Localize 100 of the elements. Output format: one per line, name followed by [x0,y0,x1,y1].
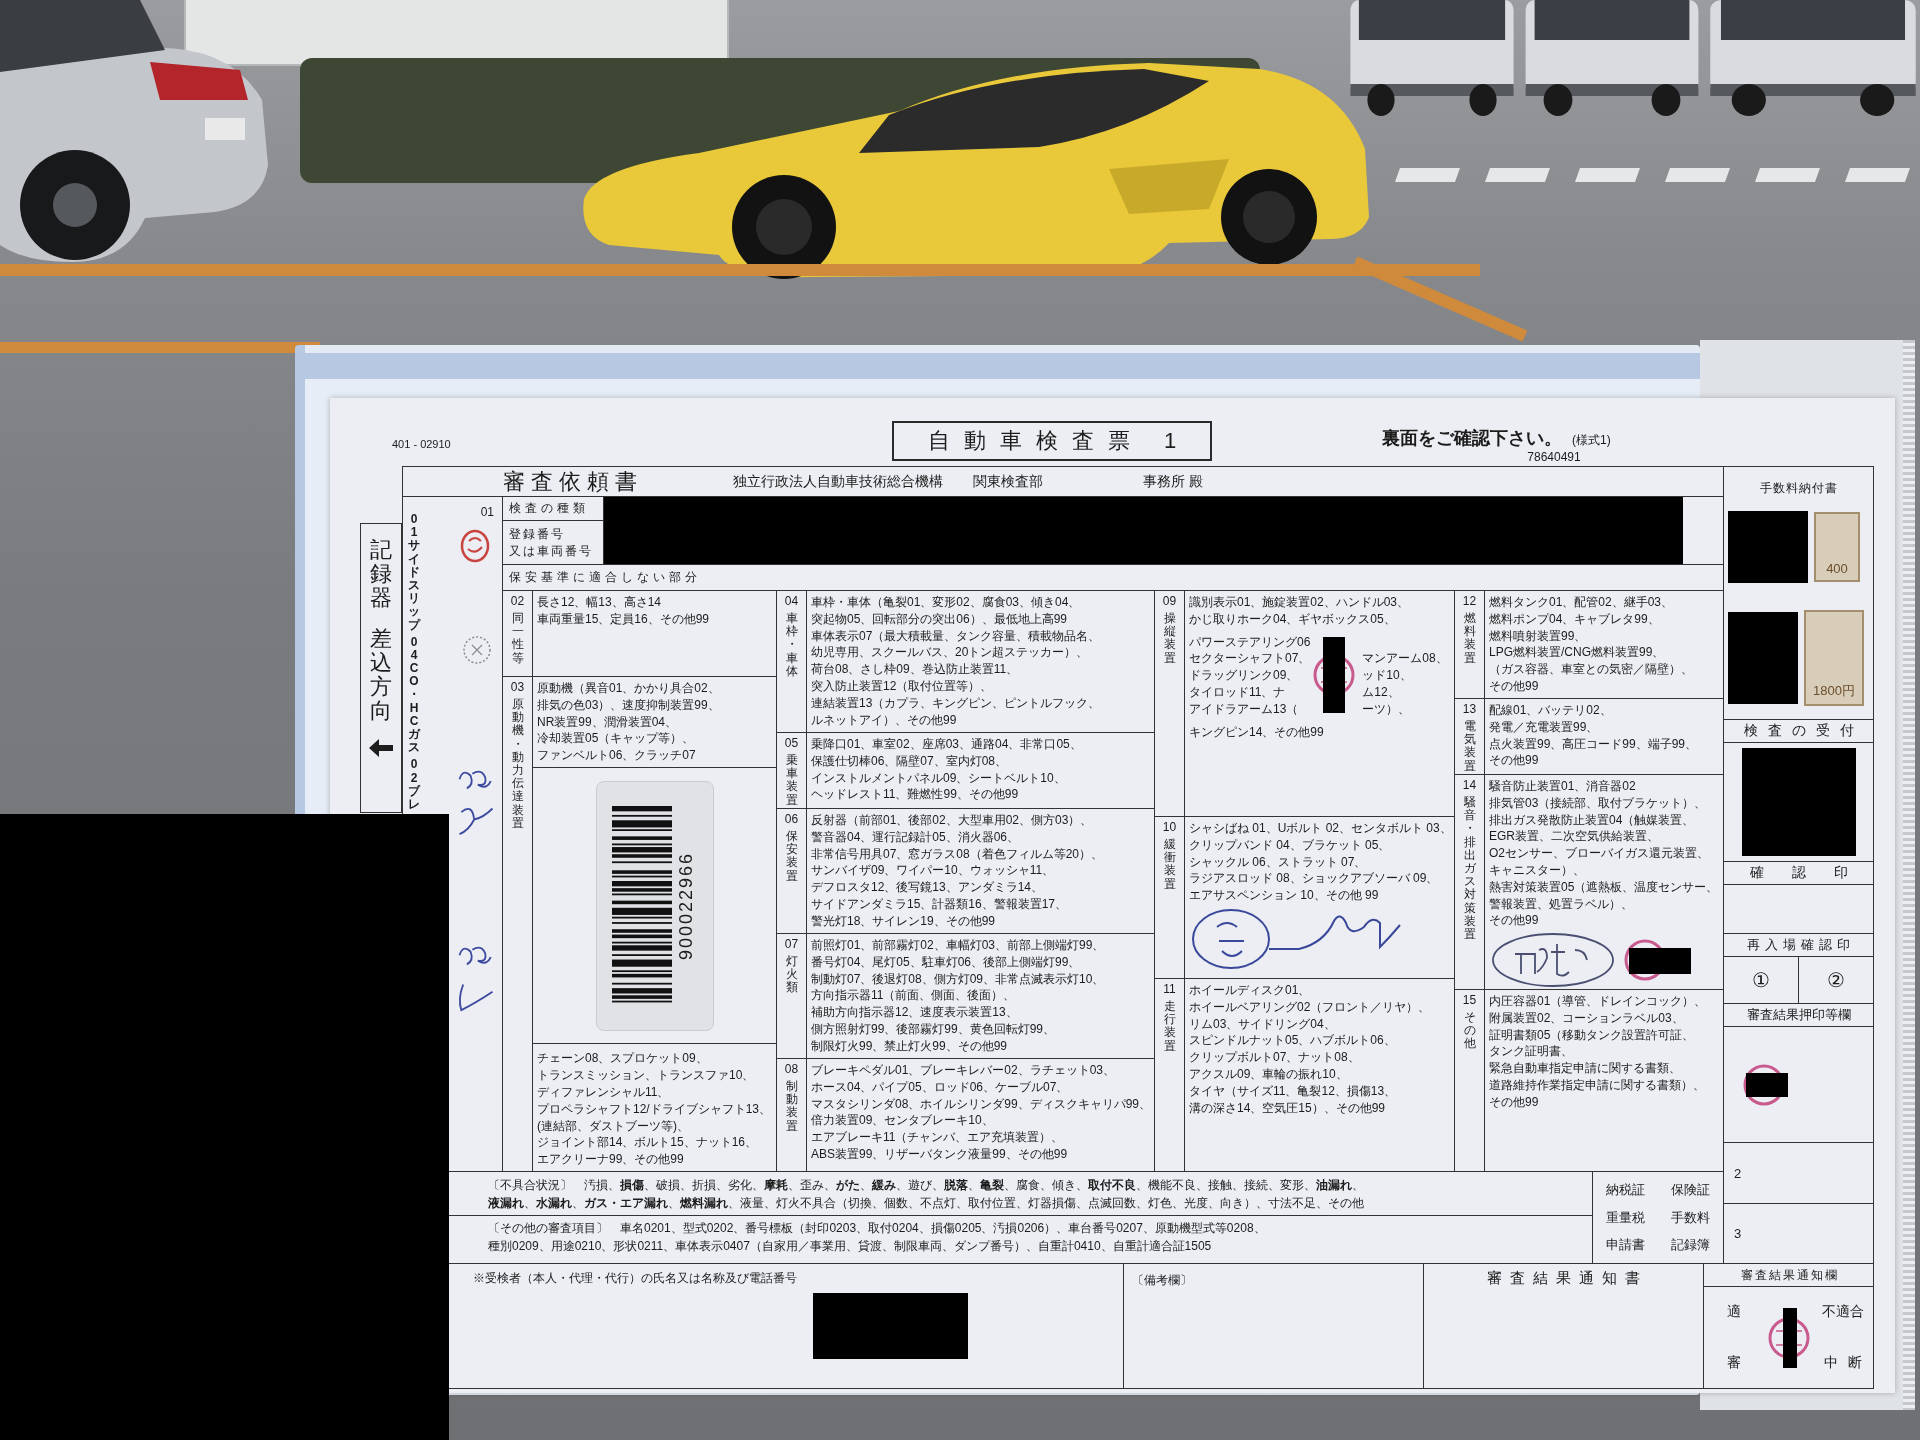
result-box-heading: 審査結果通知欄 [1740,1266,1839,1284]
items-line: 警報装置、処置ラベル）、 [1489,895,1633,913]
items-line: エアクリーナ99、その他99 [537,1151,684,1168]
items-line: EGR装置、二次空気供給装置、 [1489,828,1659,846]
items-line: ヘッドレスト11、難燃性99、その他99 [811,786,1019,804]
form-number: 401 - 02910 [392,438,451,450]
left-arrow-icon [369,739,393,758]
agency-name: 独立行政法人自動車技術総合機構 [733,472,943,491]
items-line: ーツ）、 [1362,700,1411,718]
request-heading: 審査依頼書 [503,467,643,496]
reentry-label: 再入場確認印 [1747,936,1855,954]
section-name: 同一性等 [511,612,524,665]
dotted-stamp-icon [462,635,492,665]
items-line: 保護仕切棒06、隔壁07、室内灯08、 [811,752,1008,770]
items-line: 騒音防止装置01、消音器02 [1489,778,1636,795]
slot-number: ② [1827,968,1845,992]
items-line: 熱害対策装置05（遮熱板、温度センサー、 [1489,878,1719,896]
items-line: 乗降口01、車室02、座席03、通路04、非常口05、 [811,736,1082,753]
section-number: 10 [1162,820,1177,834]
review-items-line: 〔その他の審査項目〕 車名0201、型式0202、番号標板（封印0203、取付0204、損傷0205、汚損0206）、車台番号0207、原動機型式等0208、 [488,1220,1266,1237]
result-stamp-label: 審査結果押印等欄 [1746,1006,1851,1024]
section-name: 操縦装置 [1163,612,1176,665]
items-line: NR装置99、潤滑装置04、 [537,713,678,731]
items-line: 排出ガス発散防止装置04（触媒装置、 [1489,811,1695,829]
section-number: 15 [1462,993,1477,1007]
document-label: 保険証 [1671,1181,1710,1200]
section-number: 07 [784,937,799,951]
items-line: その他99 [1489,752,1539,770]
form-style-label: (様式1) [1572,432,1611,449]
test-lane-item: 02ブレ [408,758,420,812]
items-line: ファンベルト06、クラッチ07 [537,747,696,764]
items-line: 制限灯火99、禁止灯火99、その他99 [811,1037,1008,1055]
redaction-block [1746,1072,1788,1097]
items-line: ルネットアイ）、その他99 [811,711,957,729]
suspend-label: 審 [1726,1353,1741,1372]
seal-stamp-icon [460,529,490,563]
reception-label: 検査の受付 [1743,722,1864,740]
items-line: ドラッグリンク09、 [1189,667,1299,684]
items-line: 燃料ポンプ04、キャブレタ99、 [1489,610,1660,628]
row-number: 2 [1734,1165,1742,1181]
items-line: ブレーキペダル01、ブレーキレバー02、ラチェット03、 [811,1062,1116,1079]
result-notice-heading: 審査結果通知書 [1487,1269,1648,1288]
document-label: 手数料 [1671,1208,1710,1227]
defect-types-line: 液漏れ、水漏れ、ガス・エア漏れ、燃料漏れ、液量、灯火不具合（切換、個数、不点灯、取付位置、灯器損傷、点滅回数、灯色、光度、向き）、寸法不足、その他 [488,1195,1364,1212]
barcode-number: 900022966 [676,851,697,960]
items-line: 発電／充電装置99、 [1489,718,1599,736]
items-line: その他99 [1489,1093,1539,1111]
items-line: インストルメントパネル09、シートベルト10、 [811,769,1066,787]
redaction-block [1629,948,1691,975]
suspend-label: 中断 [1824,1353,1873,1372]
items-line: タイロッド11、ナ [1189,684,1286,701]
items-line: タンク証明書、 [1489,1043,1573,1061]
form-title: 自動車検査票 1 [892,421,1212,461]
items-line: トランスミッション、トランスファ10、 [537,1067,755,1084]
strip-label: 記録器 [370,538,392,611]
fee-heading: 手数料納付書 [1759,480,1838,497]
items-line: スピンドルナット05、ハブボルト06、 [1189,1032,1396,1050]
pass-label: 適 [1726,1303,1741,1322]
items-line: ジョイント部14、ボルト15、ナット16、 [537,1134,758,1152]
items-line: ディファレンシャル11、 [537,1084,670,1101]
items-line: 荷台08、さし枠09、巻込防止装置11、 [811,661,1019,678]
section-number: 08 [784,1062,799,1076]
field-label: 又は車両番号 [509,542,593,560]
section-number: 13 [1462,702,1477,716]
section-name: 燃料装置 [1463,612,1476,665]
section-heading: 保安基準に適合しない部分 [509,569,701,586]
document-label: 納税証 [1606,1181,1645,1200]
items-line: クリップバンド 04、ブラケット 05、 [1189,836,1391,854]
strip-direction: 差込方向 [370,626,392,724]
items-line: プロペラシャフト12/ドライブシャフト13、 [537,1100,772,1118]
items-line: シャックル 06、ストラット 07、 [1189,853,1367,871]
items-line: マンアーム08、 [1362,650,1448,668]
items-line: 長さ12、幅13、高さ14 [537,594,662,611]
items-line: パワーステアリング06 [1189,633,1311,651]
bureau-name: 関東検査部 [973,472,1043,491]
section-name: 緩衝装置 [1163,838,1176,891]
items-line: ム12、 [1362,684,1400,701]
items-line: エアブレーキ11（チャンバ、エア充填装置）、 [811,1129,1064,1146]
section-number: 09 [1162,594,1177,608]
items-line: 制動灯07、後退灯08、側方灯09、非常点滅表示灯10、 [811,970,1105,988]
section-name: 電気装置 [1463,720,1476,773]
items-line: 点火装置99、高圧コード99、端子99、 [1489,735,1698,753]
items-line: 燃料噴射装置99、 [1489,627,1587,645]
items-line: ラジアスロッド 08、ショックアブソーバ 09、 [1189,870,1439,888]
section-name: 灯火類 [785,955,798,995]
document-label: 申請書 [1606,1235,1645,1254]
items-line: 反射器（前部01、後部02、大型車用02、側方03）、 [811,812,1093,829]
items-line: O2センサー、ブローバイガス還元装置、 [1489,845,1709,862]
remarks-label: 〔備考欄〕 [1132,1273,1192,1287]
items-line: ホイールディスク01、 [1189,982,1311,999]
items-line: 識別表示01、施錠装置02、ハンドル03、 [1189,594,1410,611]
items-line: LPG燃料装置/CNG燃料装置99、 [1489,644,1665,662]
items-line: その他99 [1489,912,1539,930]
row-number: 3 [1734,1226,1742,1241]
items-line: アイドラアーム13（ [1189,700,1299,718]
items-line: 内圧容器01（導管、ドレインコック）、 [1489,993,1707,1010]
test-lane-item: 01サイドスリップ [408,513,420,632]
items-line: 側方照射灯99、後部霧灯99、黄色回転灯99、 [811,1021,1056,1038]
section-number: 06 [784,812,799,826]
items-line: 証明書類05（移動タンク設置許可証、 [1489,1026,1695,1044]
